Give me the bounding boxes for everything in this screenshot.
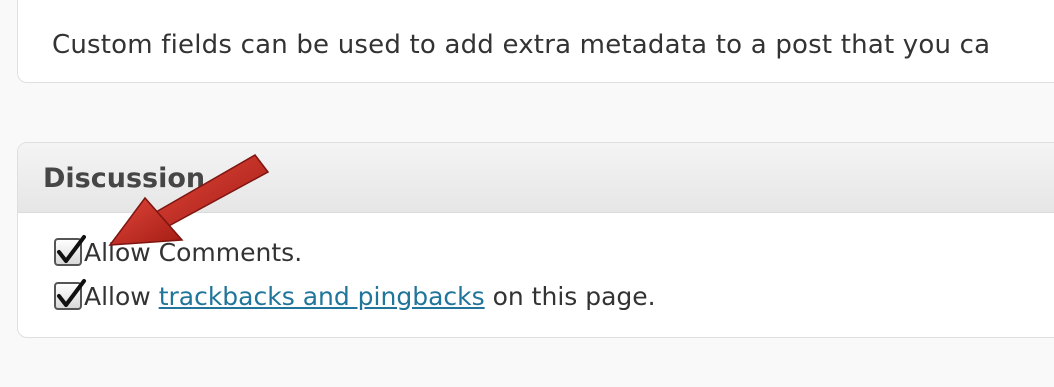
checkmark-icon	[57, 235, 86, 263]
checkmark-icon	[57, 279, 86, 307]
allow-pings-label-prefix[interactable]: Allow	[84, 282, 159, 311]
discussion-panel-header[interactable]: Discussion	[18, 143, 1054, 213]
page: Custom fields can be used to add extra m…	[0, 0, 1054, 387]
allow-pings-option: Allow trackbacks and pingbacks on this p…	[54, 279, 656, 312]
allow-comments-checkbox[interactable]	[54, 235, 86, 266]
discussion-panel-title: Discussion	[43, 163, 206, 194]
trackbacks-pingbacks-link[interactable]: trackbacks and pingbacks	[159, 282, 485, 311]
allow-comments-label[interactable]: Allow Comments.	[84, 238, 302, 267]
discussion-panel: Discussion Allow Comments. Allow trackba…	[17, 142, 1054, 338]
custom-fields-description: Custom fields can be used to add extra m…	[52, 30, 991, 60]
allow-comments-option: Allow Comments.	[54, 235, 302, 268]
allow-pings-checkbox[interactable]	[54, 279, 86, 310]
allow-pings-label-suffix[interactable]: on this page.	[485, 282, 656, 311]
